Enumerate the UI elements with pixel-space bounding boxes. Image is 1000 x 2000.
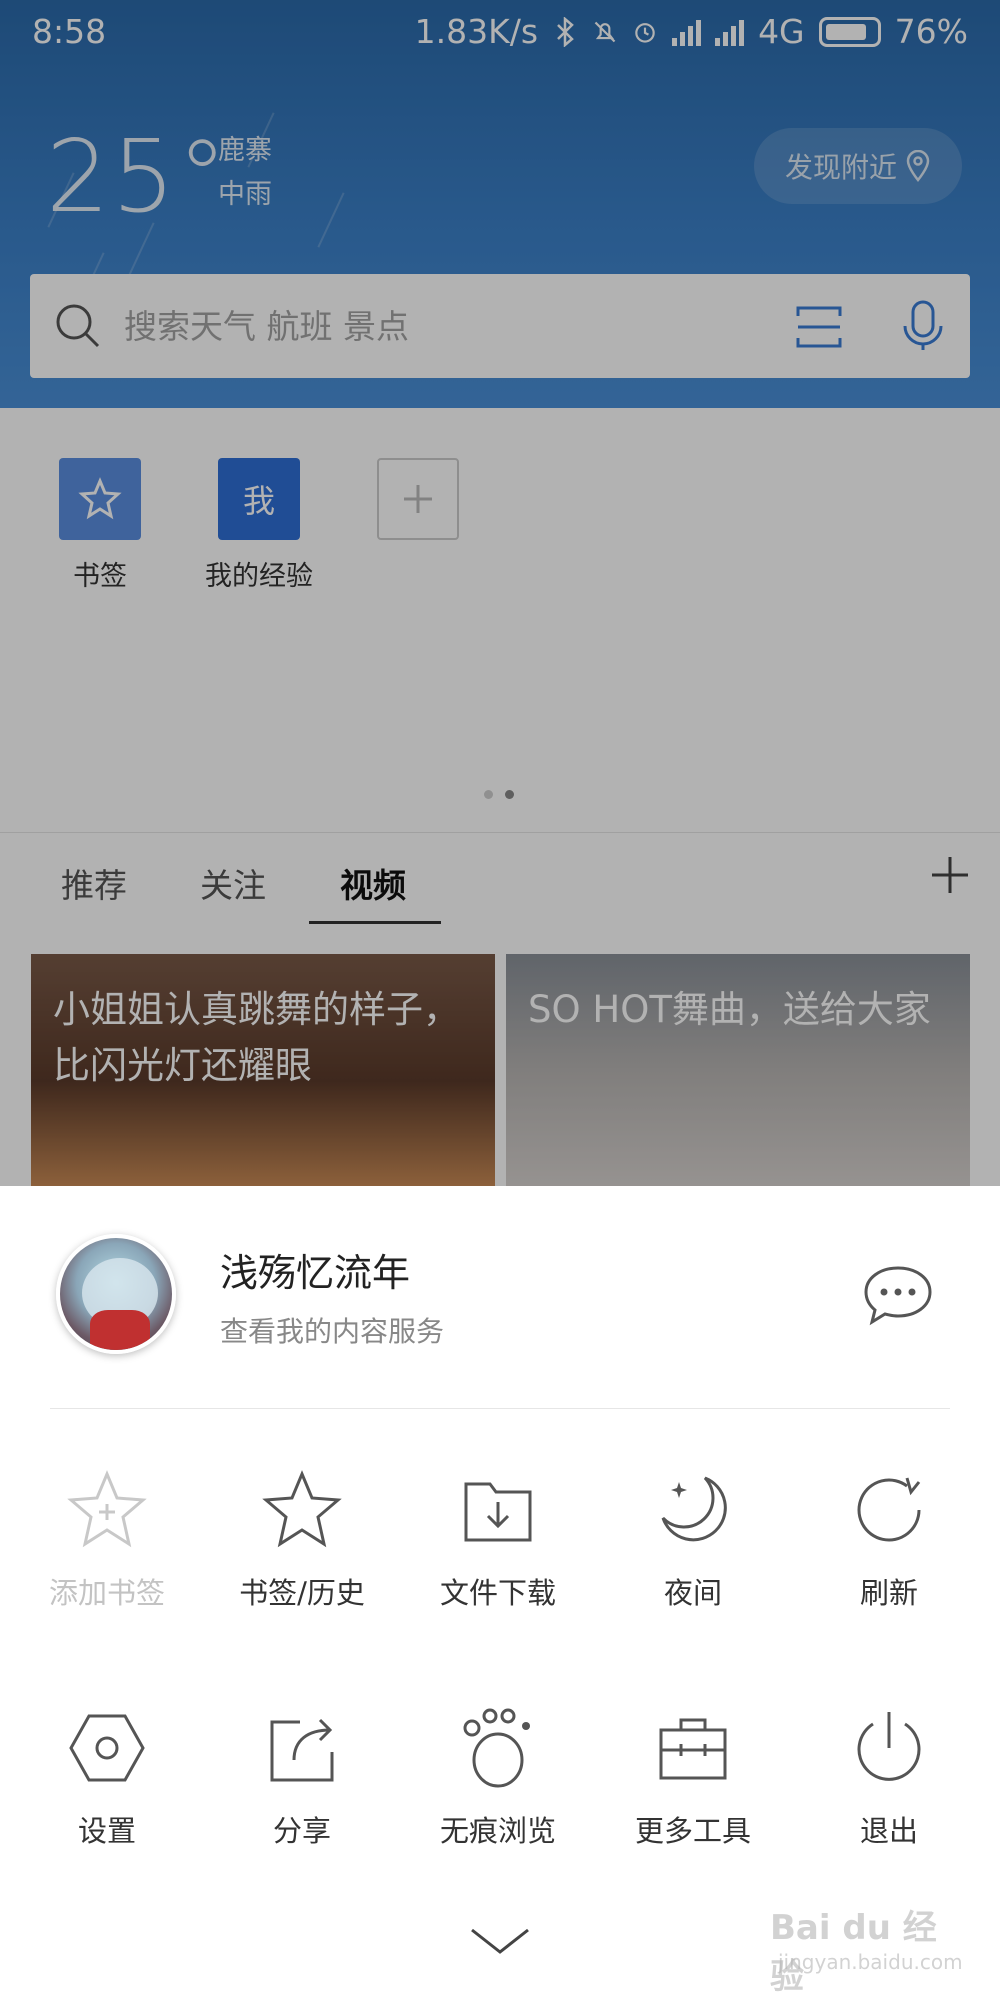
baidu-watermark-url: jingyan.baidu.com <box>778 1950 963 1974</box>
star-icon <box>262 1470 342 1548</box>
incognito-button[interactable]: 无痕浏览 <box>408 1706 588 1850</box>
baidu-watermark: Bai du 经验 <box>770 1908 937 1997</box>
add-bookmark-button[interactable]: 添加书签 <box>17 1468 197 1612</box>
menu-label: 书签/历史 <box>239 1576 365 1610</box>
share-icon <box>270 1718 334 1782</box>
paw-icon <box>463 1708 530 1788</box>
menu-divider <box>50 1408 950 1409</box>
file-download-button[interactable]: 文件下载 <box>408 1468 588 1612</box>
moon-icon <box>661 1476 727 1542</box>
message-icon[interactable] <box>862 1264 934 1326</box>
menu-label: 退出 <box>859 1814 918 1848</box>
refresh-icon <box>857 1477 921 1542</box>
add-bookmark-icon <box>67 1470 147 1548</box>
dim-overlay[interactable] <box>0 0 1000 1186</box>
settings-button[interactable]: 设置 <box>17 1706 197 1850</box>
power-icon <box>857 1712 921 1781</box>
toolbox-icon <box>659 1718 727 1780</box>
browser-menu-sheet: 浅殇忆流年 查看我的内容服务 添加书签 书签/历史 文件下载 夜间 刷新 设置 … <box>0 1186 1000 2000</box>
menu-label: 添加书签 <box>48 1576 165 1610</box>
more-tools-button[interactable]: 更多工具 <box>603 1706 783 1850</box>
menu-label: 夜间 <box>663 1576 722 1610</box>
download-folder-icon <box>464 1482 532 1542</box>
settings-icon <box>69 1714 145 1782</box>
menu-label: 无痕浏览 <box>439 1814 556 1848</box>
menu-label: 设置 <box>77 1814 136 1848</box>
chevron-down-icon[interactable] <box>468 1924 532 1960</box>
menu-label: 分享 <box>272 1814 331 1848</box>
menu-label: 刷新 <box>859 1576 918 1610</box>
share-button[interactable]: 分享 <box>212 1706 392 1850</box>
night-mode-button[interactable]: 夜间 <box>603 1468 783 1612</box>
refresh-button[interactable]: 刷新 <box>799 1468 979 1612</box>
bookmarks-history-button[interactable]: 书签/历史 <box>212 1468 392 1612</box>
avatar[interactable] <box>56 1234 176 1354</box>
user-name[interactable]: 浅殇忆流年 <box>220 1242 410 1297</box>
user-subtitle[interactable]: 查看我的内容服务 <box>220 1310 444 1350</box>
menu-label: 更多工具 <box>634 1814 751 1848</box>
menu-label: 文件下载 <box>439 1576 556 1610</box>
exit-button[interactable]: 退出 <box>799 1706 979 1850</box>
